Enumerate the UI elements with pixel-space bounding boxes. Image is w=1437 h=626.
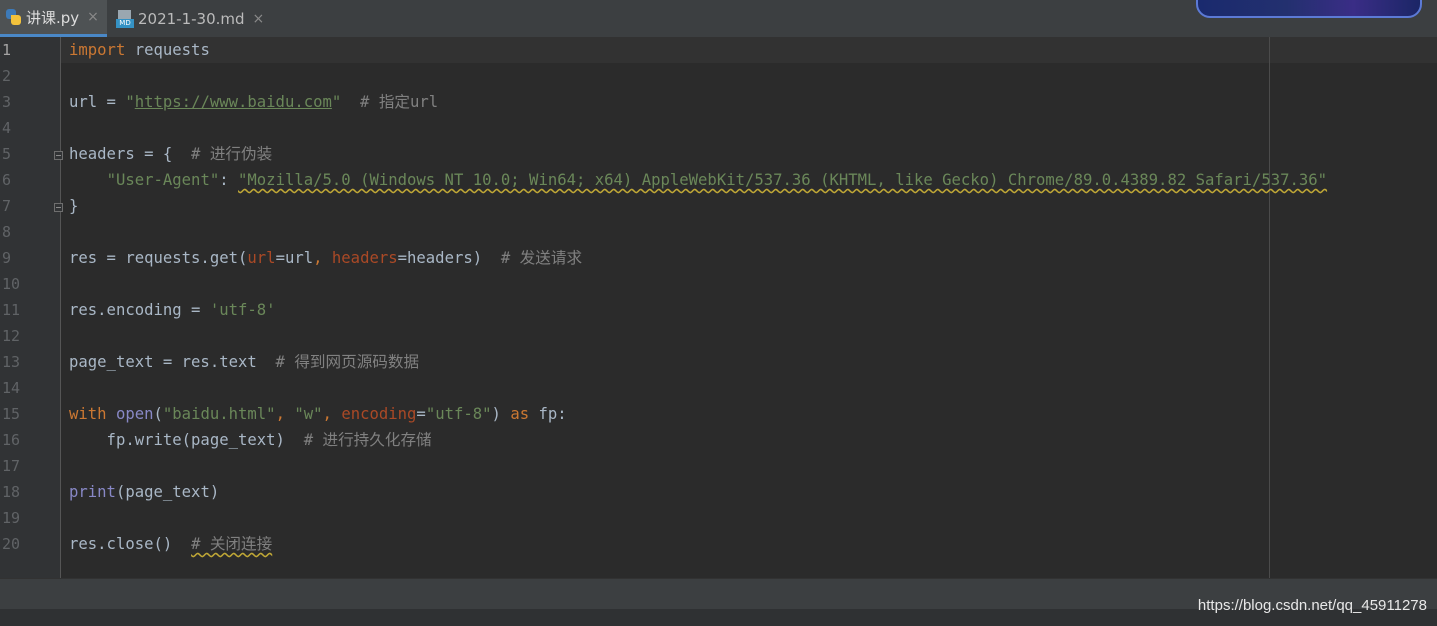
line-number: 5: [2, 145, 12, 163]
tab-label: 讲课.py: [26, 8, 80, 27]
line-number: 6: [2, 171, 12, 189]
line-number: 11: [2, 301, 21, 319]
code-line-18[interactable]: print(page_text): [69, 479, 219, 505]
code-line-3[interactable]: url = "https://www.baidu.com" # 指定url: [69, 89, 438, 115]
code-line-1[interactable]: import requests: [69, 37, 210, 63]
line-number: 16: [2, 431, 21, 449]
python-file-icon: [4, 8, 22, 26]
close-icon[interactable]: ×: [87, 9, 99, 25]
current-line-highlight: [61, 37, 1437, 63]
line-number: 3: [2, 93, 12, 111]
line-number: 2: [2, 67, 12, 85]
line-number: 7: [2, 197, 12, 215]
code-line-20[interactable]: res.close() # 关闭连接: [69, 531, 272, 557]
line-number: 17: [2, 457, 21, 475]
line-number: 18: [2, 483, 21, 501]
line-number: 1: [2, 41, 12, 59]
markdown-file-icon: MD: [116, 9, 134, 28]
line-number: 4: [2, 119, 12, 137]
line-number-gutter: 1 2 3 4 5 6 7 8 9 10 11 12 13 14 15 16 1…: [0, 37, 63, 578]
code-line-5[interactable]: headers = { # 进行伪装: [69, 141, 272, 167]
line-number: 13: [2, 353, 21, 371]
watermark-text: https://blog.csdn.net/qq_45911278: [1197, 597, 1427, 614]
code-line-15[interactable]: with open("baidu.html", "w", encoding="u…: [69, 401, 567, 427]
line-number: 9: [2, 249, 12, 267]
right-margin-guide: [1269, 37, 1270, 578]
line-number: 15: [2, 405, 21, 423]
code-line-11[interactable]: res.encoding = 'utf-8': [69, 297, 276, 323]
tab-2021-1-30-md[interactable]: MD 2021-1-30.md ×: [112, 0, 272, 37]
code-editor[interactable]: import requests url = "https://www.baidu…: [61, 37, 1437, 578]
line-number: 10: [2, 275, 21, 293]
decorative-banner-image: [1196, 0, 1422, 18]
close-icon[interactable]: ×: [253, 11, 265, 27]
bottom-panel: https://blog.csdn.net/qq_45911278: [0, 578, 1437, 626]
code-line-6[interactable]: "User-Agent": "Mozilla/5.0 (Windows NT 1…: [69, 167, 1328, 193]
line-number: 14: [2, 379, 21, 397]
code-line-13[interactable]: page_text = res.text # 得到网页源码数据: [69, 349, 419, 375]
code-line-9[interactable]: res = requests.get(url=url, headers=head…: [69, 245, 582, 271]
tab-jiangke-py[interactable]: 讲课.py ×: [0, 0, 107, 37]
line-number: 20: [2, 535, 21, 553]
editor-tab-bar: 讲课.py × MD 2021-1-30.md ×: [0, 0, 1437, 38]
url-link[interactable]: https://www.baidu.com: [135, 93, 332, 111]
line-number: 8: [2, 223, 12, 241]
line-number: 12: [2, 327, 21, 345]
line-number: 19: [2, 509, 21, 527]
code-line-16[interactable]: fp.write(page_text) # 进行持久化存储: [69, 427, 432, 453]
code-line-7[interactable]: }: [69, 193, 78, 219]
tab-label: 2021-1-30.md: [138, 9, 245, 28]
